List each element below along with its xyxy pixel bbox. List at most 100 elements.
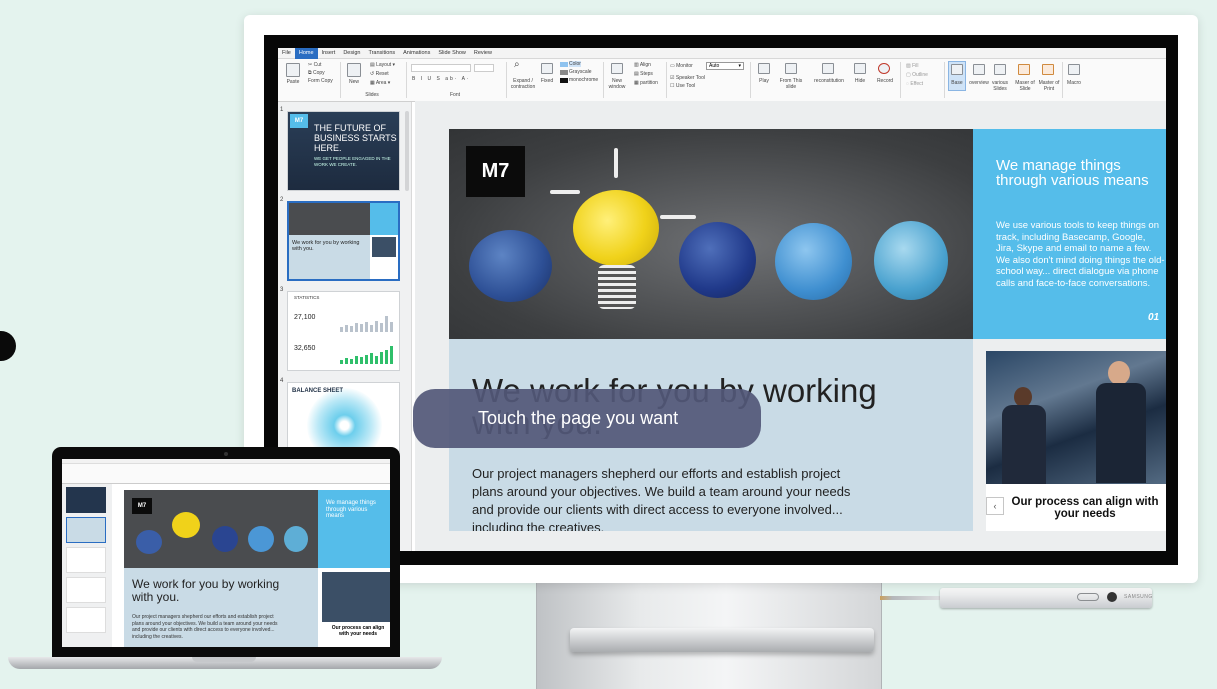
tab-animations[interactable]: Animations (399, 48, 434, 59)
hide-icon[interactable] (854, 63, 866, 74)
new-slide-button[interactable]: New (344, 79, 364, 85)
fill-button[interactable]: ▨ Fill (906, 63, 919, 69)
thumb-stat-1: 27,100 (294, 314, 316, 321)
thumb-bar (390, 346, 393, 364)
paste-icon[interactable] (286, 63, 300, 77)
effect-button[interactable]: ◌ Effect (906, 81, 923, 87)
thumb-bar (385, 316, 388, 332)
area-button[interactable]: ▦ Area ▾ (370, 80, 390, 86)
paste-button[interactable]: Paste (282, 79, 304, 85)
ribbon-divider (900, 62, 901, 98)
font-size-field[interactable] (474, 64, 494, 72)
laptop-ball (284, 526, 308, 552)
macro-icon[interactable] (1068, 64, 1080, 75)
thumb-bar-chart-2 (340, 344, 396, 364)
thumb-bar (390, 322, 393, 332)
overview-button[interactable]: overview (968, 80, 990, 86)
outline-button[interactable]: ▢ Outline (906, 72, 928, 78)
monochrome-mode-button[interactable]: monochrome (569, 77, 598, 83)
use-tool-checkbox[interactable]: ☐ Use Tool (670, 83, 695, 89)
master-of-print-icon[interactable] (1042, 64, 1054, 75)
thumb-number: 2 (280, 197, 284, 203)
tab-home[interactable]: Home (294, 48, 318, 59)
ribbon-toolbar: Paste ✂ Cut ⧉ Copy Form Copy New ▤ Layou… (278, 59, 1166, 102)
overview-icon[interactable] (973, 64, 985, 75)
speaker-tool-checkbox[interactable]: ☑ Speaker Tool (670, 75, 705, 81)
macro-button[interactable]: Macro (1064, 80, 1084, 86)
format-copy-button[interactable]: Form Copy (308, 78, 336, 84)
master-of-slide-icon[interactable] (1018, 64, 1030, 75)
tab-review[interactable]: Review (470, 48, 496, 59)
new-window-icon[interactable] (611, 63, 623, 74)
slide-thumbnail-1[interactable]: M7 THE FUTURE OF BUSINESS STARTS HERE. W… (287, 111, 400, 191)
expand-contraction-button[interactable]: Expand / contraction (508, 78, 538, 90)
laptop-logo: M7 (132, 498, 152, 514)
thumb-bar (345, 358, 348, 364)
various-slides-button[interactable]: various Slides (990, 80, 1010, 92)
hide-button[interactable]: Hide (850, 78, 870, 84)
pen-brand: SAMSUNG (1124, 594, 1153, 600)
layout-button[interactable]: ▤ Layout ▾ (370, 62, 395, 68)
thumb-bar (350, 326, 353, 332)
tab-design[interactable]: Design (339, 48, 364, 59)
fixed-button[interactable]: Fixed (538, 78, 556, 84)
partition-button[interactable]: ▦ partition (634, 80, 658, 86)
thumb-bar (355, 323, 358, 332)
from-this-slide-icon[interactable] (785, 63, 797, 74)
reconstitution-icon[interactable] (822, 63, 834, 74)
new-slide-icon[interactable] (347, 63, 361, 77)
person-suit (1002, 405, 1046, 485)
color-mode-button[interactable]: Color (569, 61, 581, 67)
cut-button[interactable]: ✂ Cut (308, 62, 321, 68)
monitor-select[interactable]: Auto ▾ (706, 62, 744, 70)
master-of-slide-button[interactable]: Maser of Slide (1014, 80, 1036, 92)
tab-slide-show[interactable]: Slide Show (434, 48, 470, 59)
decorative-dot (0, 331, 16, 361)
paper-ball-navy (679, 222, 756, 298)
previous-arrow-button[interactable]: ‹ (986, 497, 1004, 515)
play-icon[interactable] (758, 63, 770, 74)
record-icon[interactable] (878, 63, 890, 74)
grayscale-mode-button[interactable]: Grayscale (569, 69, 592, 75)
thumb-bar (380, 323, 383, 332)
ribbon-divider (406, 62, 407, 98)
reconstitution-button[interactable]: reconstitution (810, 78, 848, 84)
paper-ball-sky (775, 223, 852, 300)
tab-insert[interactable]: Insert (318, 48, 340, 59)
master-of-print-button[interactable]: Master of Print (1038, 80, 1060, 92)
reset-button[interactable]: ↺ Reset (370, 71, 389, 77)
fixed-icon[interactable] (541, 63, 553, 74)
base-view-button[interactable]: Base (948, 80, 966, 86)
pen-tip (880, 596, 942, 600)
various-slides-icon[interactable] (994, 64, 1006, 75)
thumb-bar (375, 356, 378, 364)
play-button[interactable]: Play (754, 78, 774, 84)
laptop-screen: M7 We manage things through various mean… (62, 459, 390, 647)
slide-thumbnail-2[interactable]: We work for you by working with you. (287, 201, 400, 281)
laptop-process-caption: Our process can align with your needs (331, 625, 385, 637)
laptop-thumbnail-panel (62, 484, 112, 647)
record-button[interactable]: Record (874, 78, 896, 84)
new-window-button[interactable]: New window (606, 78, 628, 90)
thumb-number: 1 (280, 107, 284, 113)
font-name-field[interactable] (411, 64, 471, 72)
ribbon-divider (506, 62, 507, 98)
align-button[interactable]: ▥ Align (634, 62, 651, 68)
copy-button[interactable]: ⧉ Copy (308, 70, 325, 76)
monochrome-swatch (560, 78, 568, 83)
from-this-slide-button[interactable]: From This slide (776, 78, 806, 90)
thumb-label: STATISTICS (294, 295, 320, 300)
tab-transitions[interactable]: Transitions (364, 48, 399, 59)
font-style-buttons[interactable]: B I U S ab· A· (412, 76, 471, 82)
steps-button[interactable]: ▤ Steps (634, 71, 653, 77)
base-view-icon[interactable] (951, 64, 963, 75)
laptop-ball (212, 526, 238, 552)
slide-thumbnail-3[interactable]: STATISTICS 27,100 32,650 (287, 291, 400, 371)
tab-file[interactable]: File (278, 48, 295, 59)
thumbnail-scrollbar[interactable] (405, 111, 409, 191)
laptop-ribbon (62, 464, 390, 484)
zoom-search-icon[interactable]: ⌕ (514, 60, 520, 70)
thumb-bar (360, 324, 363, 332)
paper-ball-blue (469, 230, 552, 302)
thumb-number: 3 (280, 287, 284, 293)
